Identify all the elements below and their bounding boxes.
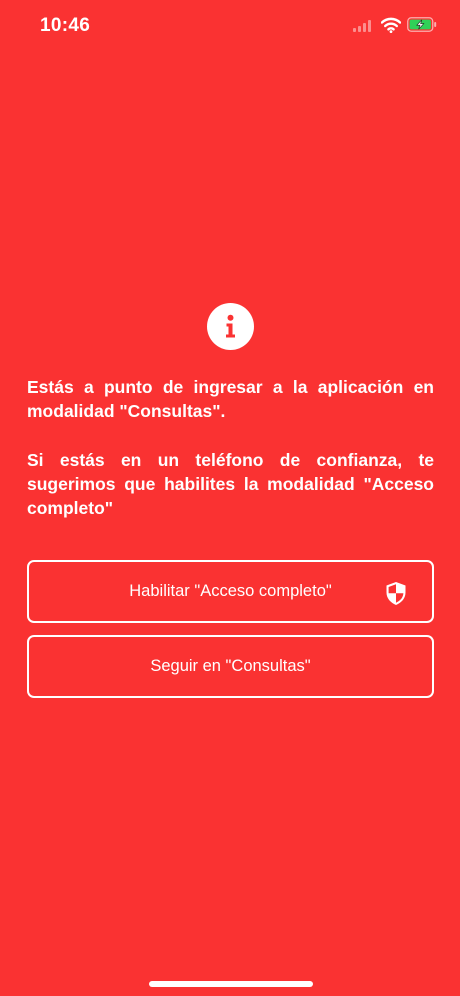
continue-consultas-label: Seguir en "Consultas" <box>150 657 311 675</box>
status-time: 10:46 <box>40 15 91 36</box>
info-message-consultas: Estás a punto de ingresar a la aplicació… <box>27 377 434 421</box>
status-bar: 10:46 <box>0 0 460 50</box>
enable-full-access-label: Habilitar "Acceso completo" <box>129 582 332 600</box>
home-indicator[interactable] <box>149 981 313 987</box>
shield-icon <box>386 582 406 605</box>
continue-consultas-button[interactable]: Seguir en "Consultas" <box>27 635 434 698</box>
wifi-icon <box>381 17 401 33</box>
screen: 10:46 Estás a punto de ingresar a la apl… <box>0 0 460 996</box>
info-message-suggestion: Si estás en un teléfono de confianza, te… <box>27 450 434 518</box>
enable-full-access-button[interactable]: Habilitar "Acceso completo" <box>27 560 434 623</box>
cellular-signal-icon <box>353 20 373 32</box>
battery-charging-icon <box>407 17 437 32</box>
info-icon <box>207 303 254 350</box>
